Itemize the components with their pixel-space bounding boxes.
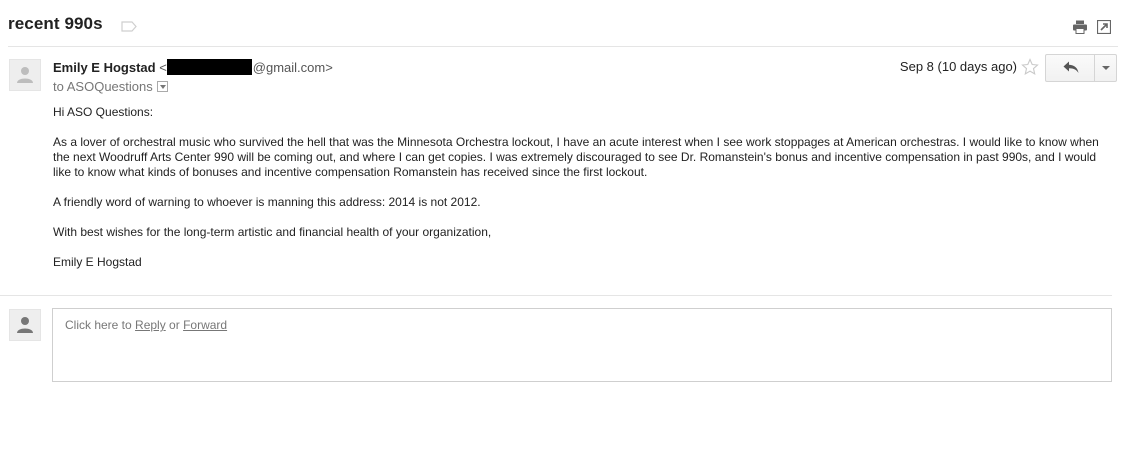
recipient-line: to ASOQuestions bbox=[53, 79, 168, 94]
reply-link[interactable]: Reply bbox=[135, 318, 166, 332]
label-outline-icon[interactable] bbox=[121, 19, 137, 37]
message-divider bbox=[0, 295, 1112, 296]
body-signature: Emily E Hogstad bbox=[53, 255, 142, 269]
person-icon bbox=[17, 67, 33, 83]
reply-arrow-icon bbox=[1063, 61, 1079, 73]
reply-button[interactable] bbox=[1046, 55, 1094, 81]
reply-or-text: or bbox=[165, 318, 184, 332]
reply-avatar bbox=[9, 309, 41, 341]
new-window-icon[interactable] bbox=[1096, 19, 1112, 39]
body-greeting: Hi ASO Questions: bbox=[53, 105, 154, 119]
redaction-bar bbox=[166, 59, 252, 75]
subject-bar: recent 990s bbox=[0, 0, 1132, 46]
sender-email: < @gmail.com> bbox=[159, 59, 333, 75]
printer-icon[interactable] bbox=[1072, 20, 1088, 39]
sender-avatar bbox=[9, 59, 41, 91]
sender-line: Emily E Hogstad < @gmail.com> bbox=[53, 59, 333, 75]
person-icon bbox=[17, 317, 33, 333]
body-paragraph-1: As a lover of orchestral music who survi… bbox=[53, 135, 1099, 179]
star-icon[interactable] bbox=[1021, 58, 1039, 81]
header-divider bbox=[8, 46, 1118, 47]
body-paragraph-2: A friendly word of warning to whoever is… bbox=[53, 195, 481, 209]
reply-prompt-prefix: Click here to bbox=[65, 318, 136, 332]
sender-email-domain: @gmail.com> bbox=[252, 60, 333, 75]
recipient-name: ASOQuestions bbox=[66, 79, 153, 94]
message-date: Sep 8 (10 days ago) bbox=[899, 59, 1017, 74]
message-body: Hi ASO Questions: As a lover of orchestr… bbox=[53, 105, 1113, 270]
reply-prompt: Click here to Reply or Forward bbox=[65, 318, 227, 332]
thread-subject: recent 990s bbox=[8, 14, 103, 33]
forward-link[interactable]: Forward bbox=[183, 318, 227, 332]
body-paragraph-3: With best wishes for the long-term artis… bbox=[53, 225, 492, 239]
sender-email-open: < bbox=[159, 60, 167, 75]
sender-name[interactable]: Emily E Hogstad bbox=[53, 60, 156, 75]
recipient-prefix: to bbox=[53, 79, 67, 94]
more-options-button[interactable] bbox=[1094, 55, 1116, 81]
show-details-icon[interactable] bbox=[156, 81, 168, 92]
reply-box[interactable]: Click here to Reply or Forward bbox=[52, 308, 1112, 382]
reply-button-group bbox=[1045, 54, 1117, 82]
